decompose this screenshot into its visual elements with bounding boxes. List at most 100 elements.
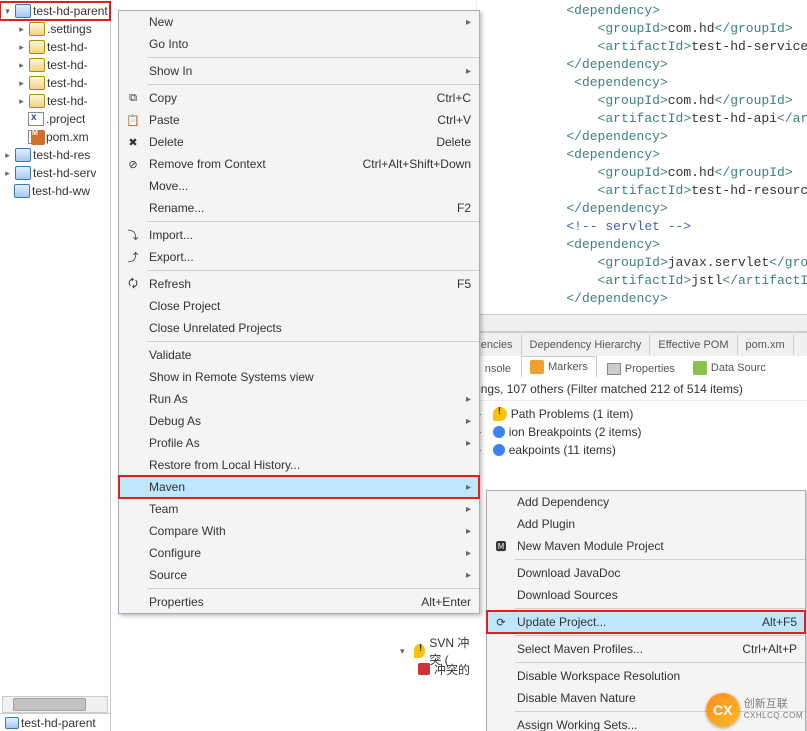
tree-item[interactable]: ▸test-hd- bbox=[0, 38, 110, 56]
expand-icon[interactable]: ▸ bbox=[16, 78, 27, 89]
menu-item-configure[interactable]: Configure▸ bbox=[119, 542, 479, 564]
menu-item-rename[interactable]: Rename...F2 bbox=[119, 197, 479, 219]
menu-item-delete[interactable]: ✖DeleteDelete bbox=[119, 131, 479, 153]
menu-item-validate[interactable]: Validate bbox=[119, 344, 479, 366]
submenu-arrow-icon: ▸ bbox=[466, 482, 471, 493]
menu-item-properties[interactable]: PropertiesAlt+Enter bbox=[119, 591, 479, 613]
tab-data-source[interactable]: Data Sourc bbox=[685, 358, 774, 378]
menu-item-compare-with[interactable]: Compare With▸ bbox=[119, 520, 479, 542]
project-item[interactable]: ▸test-hd-serv bbox=[0, 164, 110, 182]
menu-item-new[interactable]: New▸ bbox=[119, 11, 479, 33]
menu-item-export[interactable]: ⤴Export... bbox=[119, 246, 479, 268]
menu-item-import[interactable]: ⤵Import... bbox=[119, 224, 479, 246]
menu-item-run-as[interactable]: Run As▸ bbox=[119, 388, 479, 410]
xml-file-icon bbox=[28, 112, 44, 126]
scrollbar-thumb[interactable] bbox=[13, 698, 86, 711]
submenu-item-update-project[interactable]: ⟳Update Project...Alt+F5 bbox=[487, 611, 805, 633]
folder-icon bbox=[29, 22, 45, 36]
maven-project-icon bbox=[14, 184, 30, 198]
export-icon: ⤴ bbox=[125, 249, 141, 265]
tab-markers[interactable]: Markers bbox=[521, 356, 597, 378]
expand-icon[interactable]: ▸ bbox=[2, 168, 13, 179]
menu-item-remove-from-context[interactable]: ⊘Remove from ContextCtrl+Alt+Shift+Down bbox=[119, 153, 479, 175]
remove-icon: ⊘ bbox=[125, 156, 141, 172]
folder-icon bbox=[29, 40, 45, 54]
expand-icon[interactable]: ▸ bbox=[16, 42, 27, 53]
menu-item-maven[interactable]: Maven▸ bbox=[119, 476, 479, 498]
breakpoint-icon bbox=[493, 444, 505, 456]
source-code[interactable]: <dependency> <groupId>com.hd</groupId> <… bbox=[473, 0, 807, 308]
expand-icon[interactable]: ▸ bbox=[2, 150, 13, 161]
tree-item[interactable]: ▸test-hd- bbox=[0, 56, 110, 74]
submenu-arrow-icon: ▸ bbox=[466, 570, 471, 581]
warning-icon bbox=[414, 644, 425, 658]
collapse-icon[interactable]: ▾ bbox=[400, 646, 410, 657]
watermark: CX 创新互联CXHLCQ.COM bbox=[706, 693, 803, 727]
menu-item-refresh[interactable]: 🗘RefreshF5 bbox=[119, 273, 479, 295]
warning-icon bbox=[493, 407, 507, 421]
breadcrumb[interactable]: test-hd-parent bbox=[0, 713, 110, 731]
svn-conflict-group[interactable]: ▾SVN 冲突 ( bbox=[396, 642, 486, 660]
menu-item-show-in[interactable]: Show In▸ bbox=[119, 60, 479, 82]
tree-item[interactable]: ▸test-hd- bbox=[0, 74, 110, 92]
tab-dependencies[interactable]: encies bbox=[473, 335, 522, 355]
submenu-arrow-icon: ▸ bbox=[466, 394, 471, 405]
tree-file-pom[interactable]: pom.xm bbox=[0, 128, 110, 146]
horizontal-scrollbar[interactable] bbox=[2, 696, 108, 713]
paste-icon: 📋 bbox=[125, 112, 141, 128]
submenu-arrow-icon: ▸ bbox=[466, 526, 471, 537]
expand-icon[interactable]: ▾ bbox=[2, 6, 13, 17]
folder-icon bbox=[29, 76, 45, 90]
breakpoint-icon bbox=[493, 426, 505, 438]
submenu-item-new-maven-module-project[interactable]: 🅼New Maven Module Project bbox=[487, 535, 805, 557]
pom-editor[interactable]: 24 <dependency> <groupId>com.hd</groupId… bbox=[473, 0, 807, 332]
maven-project-icon bbox=[15, 148, 31, 162]
submenu-item-download-javadoc[interactable]: Download JavaDoc bbox=[487, 562, 805, 584]
tab-dependency-hierarchy[interactable]: Dependency Hierarchy bbox=[522, 335, 651, 355]
maven-icon: 🅼 bbox=[493, 538, 509, 554]
menu-item-show-in-remote-systems-view[interactable]: Show in Remote Systems view bbox=[119, 366, 479, 388]
tree-item[interactable]: ▸.settings bbox=[0, 20, 110, 38]
project-root-test-hd-parent[interactable]: ▾ test-hd-parent bbox=[0, 2, 110, 20]
submenu-arrow-icon: ▸ bbox=[466, 548, 471, 559]
tab-console[interactable]: nsole bbox=[477, 360, 519, 378]
expand-icon[interactable]: ▸ bbox=[16, 60, 27, 71]
menu-item-restore-from-local-history[interactable]: Restore from Local History... bbox=[119, 454, 479, 476]
expand-icon[interactable]: ▸ bbox=[16, 96, 27, 107]
marker-group[interactable]: ▸Path Problems (1 item) bbox=[473, 405, 807, 423]
folder-icon bbox=[29, 58, 45, 72]
project-item[interactable]: ▸test-hd-res bbox=[0, 146, 110, 164]
submenu-item-download-sources[interactable]: Download Sources bbox=[487, 584, 805, 606]
tree-file-project[interactable]: .project bbox=[0, 110, 110, 128]
properties-icon bbox=[607, 363, 621, 375]
menu-item-go-into[interactable]: Go Into bbox=[119, 33, 479, 55]
menu-item-copy[interactable]: ⧉CopyCtrl+C bbox=[119, 87, 479, 109]
submenu-item-add-dependency[interactable]: Add Dependency bbox=[487, 491, 805, 513]
submenu-item-disable-workspace-resolution[interactable]: Disable Workspace Resolution bbox=[487, 665, 805, 687]
menu-item-move[interactable]: Move... bbox=[119, 175, 479, 197]
menu-item-source[interactable]: Source▸ bbox=[119, 564, 479, 586]
menu-item-close-unrelated-projects[interactable]: Close Unrelated Projects bbox=[119, 317, 479, 339]
tab-effective-pom[interactable]: Effective POM bbox=[650, 335, 737, 355]
expand-icon[interactable]: ▸ bbox=[16, 24, 27, 35]
tree-item[interactable]: ▸test-hd- bbox=[0, 92, 110, 110]
marker-group[interactable]: ▸eakpoints (11 items) bbox=[473, 441, 807, 459]
watermark-badge-icon: CX bbox=[706, 693, 740, 727]
menu-item-profile-as[interactable]: Profile As▸ bbox=[119, 432, 479, 454]
markers-icon bbox=[530, 360, 544, 374]
menu-item-team[interactable]: Team▸ bbox=[119, 498, 479, 520]
menu-item-close-project[interactable]: Close Project bbox=[119, 295, 479, 317]
menu-item-paste[interactable]: 📋PasteCtrl+V bbox=[119, 109, 479, 131]
tab-pom-xml[interactable]: pom.xm bbox=[738, 335, 794, 355]
maven-project-icon bbox=[5, 717, 19, 729]
project-item[interactable]: test-hd-ww bbox=[0, 182, 110, 200]
editor-h-scrollbar[interactable] bbox=[473, 314, 807, 331]
pom-editor-tabs: encies Dependency Hierarchy Effective PO… bbox=[473, 332, 807, 356]
error-icon bbox=[418, 663, 430, 675]
submenu-item-select-maven-profiles[interactable]: Select Maven Profiles...Ctrl+Alt+P bbox=[487, 638, 805, 660]
marker-group[interactable]: ▸ion Breakpoints (2 items) bbox=[473, 423, 807, 441]
tab-properties[interactable]: Properties bbox=[599, 360, 683, 378]
menu-item-debug-as[interactable]: Debug As▸ bbox=[119, 410, 479, 432]
submenu-item-add-plugin[interactable]: Add Plugin bbox=[487, 513, 805, 535]
copy-icon: ⧉ bbox=[125, 90, 141, 106]
